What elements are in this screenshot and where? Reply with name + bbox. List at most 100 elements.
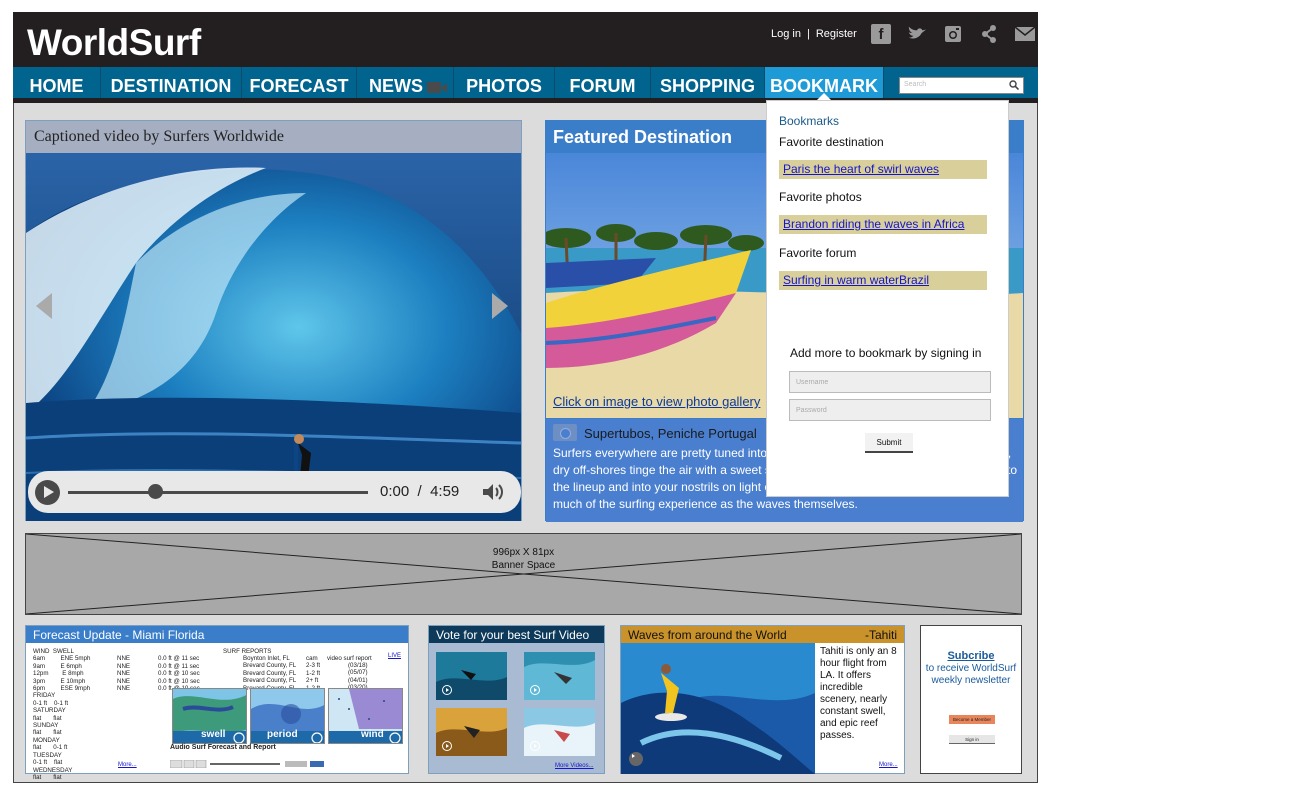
video-camera-icon bbox=[427, 82, 447, 93]
nav-photos[interactable]: PHOTOS bbox=[454, 67, 555, 98]
featured-title: Featured Destination bbox=[553, 127, 733, 147]
current-time: 0:00 bbox=[380, 483, 410, 500]
password-placeholder: Password bbox=[796, 407, 827, 414]
video-play-icon[interactable] bbox=[530, 685, 540, 695]
waves-subtitle: -Tahiti bbox=[864, 628, 897, 642]
video-play-icon[interactable] bbox=[530, 741, 540, 751]
share-icon[interactable] bbox=[979, 24, 999, 44]
auth-links: Log in | Register bbox=[768, 28, 860, 40]
next-arrow-icon[interactable] bbox=[492, 293, 508, 319]
logo[interactable]: WorldSurf bbox=[27, 22, 201, 64]
search-input[interactable]: Search bbox=[899, 77, 1024, 94]
nav-shopping-label: SHOPPING bbox=[659, 76, 756, 96]
period-map[interactable]: period bbox=[250, 688, 325, 744]
nav-shopping[interactable]: SHOPPING bbox=[651, 67, 765, 98]
video-time: 0:00 / 4:59 bbox=[380, 483, 459, 500]
nav-home[interactable]: HOME bbox=[13, 67, 101, 98]
mail-icon[interactable] bbox=[1015, 24, 1035, 44]
bookmark-link-forum[interactable]: Surfing in warm waterBrazil bbox=[779, 271, 987, 290]
username-field[interactable]: Username bbox=[789, 371, 991, 393]
video-thumbnail[interactable] bbox=[436, 708, 507, 756]
audio-player[interactable] bbox=[170, 760, 326, 768]
video-panel: Captioned video by Surfers Worldwide 0:0… bbox=[25, 120, 522, 521]
bookmarks-heading: Bookmarks bbox=[779, 114, 840, 128]
submit-button[interactable]: Submit bbox=[865, 433, 913, 453]
waves-more-link[interactable]: More... bbox=[879, 762, 898, 768]
forecast-heights: 0.0 ft @ 11 sec 0.0 ft @ 11 sec 0.0 ft @… bbox=[158, 655, 200, 693]
wind-map[interactable]: wind bbox=[328, 688, 403, 744]
volume-icon[interactable] bbox=[482, 483, 504, 501]
username-placeholder: Username bbox=[796, 379, 829, 386]
swell-label: swell bbox=[201, 729, 226, 740]
video-thumbnail[interactable] bbox=[524, 652, 595, 700]
subscribe-link[interactable]: Subcribe bbox=[921, 650, 1021, 662]
main-nav: HOME DESTINATION FORECAST NEWS PHOTOS FO… bbox=[13, 67, 1038, 103]
nav-home-label: HOME bbox=[29, 76, 84, 96]
video-play-icon[interactable] bbox=[442, 685, 452, 695]
forecast-title: Forecast Update - Miami Florida bbox=[26, 626, 408, 643]
auth-separator: | bbox=[806, 28, 810, 40]
play-icon[interactable] bbox=[35, 480, 60, 505]
nav-photos-label: PHOTOS bbox=[466, 76, 542, 96]
forecast-directions: NNE NNE NNE NNE NNE bbox=[117, 655, 131, 693]
login-link[interactable]: Log in bbox=[771, 28, 801, 40]
search-icon[interactable] bbox=[1009, 80, 1019, 90]
bookmark-label-destination: Favorite destination bbox=[779, 135, 884, 149]
previous-arrow-icon[interactable] bbox=[36, 293, 52, 319]
password-field[interactable]: Password bbox=[789, 399, 991, 421]
waves-title: Waves from around the World bbox=[621, 626, 904, 643]
banner-placeholder[interactable]: 996px X 81px Banner Space bbox=[25, 533, 1022, 615]
video-progress-knob[interactable] bbox=[148, 484, 163, 499]
nav-forum-label: FORUM bbox=[569, 76, 636, 96]
twitter-icon[interactable] bbox=[907, 24, 927, 44]
nav-news-label: NEWS bbox=[369, 76, 423, 96]
forecast-box: Forecast Update - Miami Florida WIND SWE… bbox=[25, 625, 409, 781]
live-link[interactable]: LIVE bbox=[388, 653, 401, 659]
swell-map[interactable]: swell bbox=[172, 688, 247, 744]
camera-icon bbox=[553, 424, 577, 441]
wind-label: wind bbox=[361, 729, 384, 740]
bookmark-dropdown: Bookmarks Favorite destination Paris the… bbox=[766, 100, 1009, 497]
banner-text: 996px X 81px Banner Space bbox=[26, 546, 1021, 572]
video-player-controls: 0:00 / 4:59 bbox=[28, 471, 521, 513]
bookmark-label-forum: Favorite forum bbox=[779, 246, 857, 260]
nav-forecast-label: FORECAST bbox=[249, 76, 349, 96]
video-progress-track[interactable] bbox=[68, 491, 368, 494]
video-play-icon[interactable] bbox=[442, 741, 452, 751]
time-divider: / bbox=[417, 483, 422, 500]
video-thumbnail[interactable] bbox=[524, 708, 595, 756]
vote-box: Vote for your best Surf Video More Video… bbox=[428, 625, 605, 774]
facebook-icon[interactable]: f bbox=[871, 24, 891, 44]
register-link[interactable]: Register bbox=[816, 28, 857, 40]
surf-video-image[interactable] bbox=[26, 153, 521, 521]
tahiti-photo[interactable] bbox=[621, 643, 815, 774]
sign-in-prompt: Add more to bookmark by signing in bbox=[790, 346, 982, 360]
waves-play-icon[interactable] bbox=[629, 752, 643, 766]
video-thumbnail[interactable] bbox=[436, 652, 507, 700]
more-videos-link[interactable]: More Videos... bbox=[555, 763, 594, 769]
nav-destination[interactable]: DESTINATION bbox=[101, 67, 242, 98]
search-placeholder: Search bbox=[904, 81, 927, 88]
header: WorldSurf Log in | Register f bbox=[13, 12, 1038, 67]
become-member-button[interactable]: Become a Member bbox=[949, 715, 995, 724]
instagram-icon[interactable] bbox=[943, 24, 963, 44]
bookmark-label-photos: Favorite photos bbox=[779, 190, 862, 204]
duration: 4:59 bbox=[430, 483, 460, 500]
newsletter-box: Subcribe to receive WorldSurf weekly new… bbox=[920, 625, 1022, 774]
newsletter-sign-in-button[interactable]: Sign in bbox=[949, 735, 995, 744]
bookmark-link-destination[interactable]: Paris the heart of swirl waves bbox=[779, 160, 987, 179]
nav-forum[interactable]: FORUM bbox=[555, 67, 651, 98]
banner-label: Banner Space bbox=[491, 560, 556, 571]
nav-news[interactable]: NEWS bbox=[357, 67, 454, 98]
audio-forecast-label: Audio Surf Forecast and Report bbox=[170, 744, 276, 751]
surf-cams: cam 2-3 ft 1-2 ft 2+ ft 1-2 ft bbox=[306, 655, 321, 692]
period-label: period bbox=[267, 729, 298, 740]
nav-forecast[interactable]: FORECAST bbox=[242, 67, 357, 98]
bookmark-link-photos[interactable]: Brandon riding the waves in Africa bbox=[779, 215, 987, 234]
waves-box: Waves from around the World -Tahiti Tahi… bbox=[620, 625, 905, 774]
social-icons: f bbox=[871, 24, 1035, 44]
video-caption: Captioned video by Surfers Worldwide bbox=[26, 121, 521, 153]
surf-reports: Boynton Inlet, FL Brevard County, FL Bre… bbox=[243, 655, 297, 692]
forecast-more-link[interactable]: More... bbox=[118, 762, 137, 768]
photo-gallery-link[interactable]: Click on image to view photo gallery bbox=[553, 394, 760, 409]
